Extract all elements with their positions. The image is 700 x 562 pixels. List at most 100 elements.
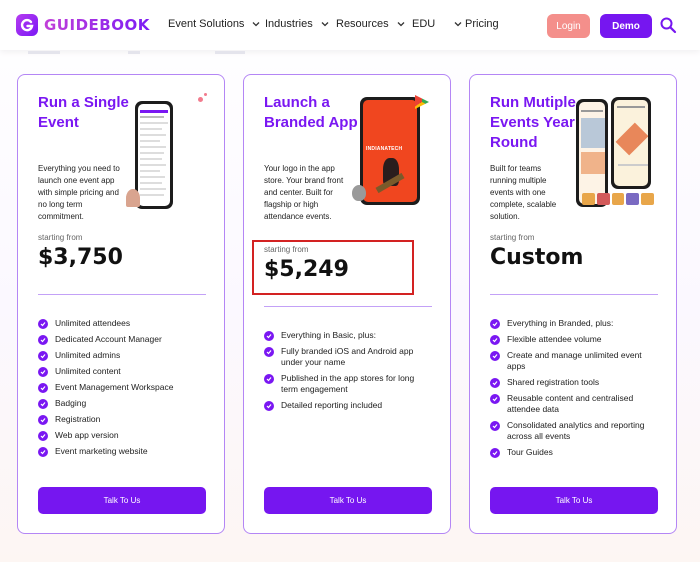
app-phone-mockup <box>135 101 173 209</box>
divider <box>490 294 658 295</box>
starting-from-label: starting from <box>490 233 535 242</box>
app-phone-mockup <box>576 99 608 207</box>
check-icon <box>38 383 48 393</box>
check-icon <box>38 415 48 425</box>
branded-app-phone-mockup: INDIANATECH <box>360 97 420 205</box>
plan-price: $3,750 <box>38 245 123 270</box>
chevron-down-icon <box>454 22 462 27</box>
feature-item: Dedicated Account Manager <box>38 334 213 345</box>
feature-item: Web app version <box>38 430 213 441</box>
nav-label: Pricing <box>465 18 499 30</box>
check-icon <box>264 374 274 384</box>
check-icon <box>490 335 500 345</box>
decoration-dot <box>198 97 203 102</box>
check-icon <box>490 421 500 431</box>
check-icon <box>38 351 48 361</box>
check-icon <box>264 347 274 357</box>
nav-resources[interactable]: Resources <box>336 18 406 30</box>
feature-item: Unlimited admins <box>38 350 213 361</box>
check-icon <box>38 431 48 441</box>
demo-button[interactable]: Demo <box>600 14 652 38</box>
guidebook-logo[interactable]: GUIDEBOOK <box>16 14 150 36</box>
nav-edu[interactable]: EDU <box>412 18 463 30</box>
feature-item: Event Management Workspace <box>38 382 213 393</box>
plan-price: Custom <box>490 245 584 270</box>
feature-item: Fully branded iOS and Android app under … <box>264 346 439 368</box>
check-icon <box>38 399 48 409</box>
scrolled-content-fragment <box>128 51 140 54</box>
plan-title: Run a Single Event <box>38 94 129 131</box>
feature-item: Published in the app stores for long ter… <box>264 373 439 395</box>
feature-list: Everything in Basic, plus: Fully branded… <box>264 330 439 416</box>
pricing-card-multiple-events: Run Mutiple Events Year Round Built for … <box>469 74 677 534</box>
login-button[interactable]: Login <box>547 14 590 38</box>
chevron-down-icon <box>397 22 405 27</box>
phone-brand-text: INDIANATECH <box>366 146 403 152</box>
plan-title: Run Mutiple Events Year Round <box>490 94 576 151</box>
scrolled-content-fragment <box>215 51 245 54</box>
search-icon[interactable] <box>659 16 677 34</box>
feature-item: Registration <box>38 414 213 425</box>
chevron-down-icon <box>252 22 260 27</box>
feature-item: Shared registration tools <box>490 377 665 388</box>
feature-item: Unlimited attendees <box>38 318 213 329</box>
talk-to-us-button[interactable]: Talk To Us <box>264 487 432 514</box>
nav-label: Industries <box>265 18 313 30</box>
check-icon <box>264 401 274 411</box>
feature-list: Everything in Branded, plus: Flexible at… <box>490 318 665 463</box>
nav-industries[interactable]: Industries <box>265 18 330 30</box>
check-icon <box>490 319 500 329</box>
plan-description: Everything you need to launch one event … <box>38 164 120 221</box>
guidebook-logo-icon <box>16 14 38 36</box>
pricing-card-single-event: Run a Single Event Everything you need t… <box>17 74 225 534</box>
check-icon <box>38 319 48 329</box>
feature-item: Create and manage unlimited event apps <box>490 350 665 372</box>
feature-item: Flexible attendee volume <box>490 334 665 345</box>
nav-label: Resources <box>336 18 389 30</box>
scrolled-content-fragment <box>28 51 60 54</box>
badge-row <box>582 193 654 205</box>
plan-description: Your logo in the app store. Your brand f… <box>264 164 344 221</box>
feature-item: Everything in Branded, plus: <box>490 318 665 329</box>
talk-to-us-button[interactable]: Talk To Us <box>38 487 206 514</box>
check-icon <box>264 331 274 341</box>
nav-pricing[interactable]: Pricing <box>465 18 499 30</box>
app-screen <box>614 100 648 186</box>
starting-from-label: starting from <box>38 233 83 242</box>
check-icon <box>490 378 500 388</box>
decoration-dot <box>204 93 207 96</box>
pricing-card-branded-app: Launch a Branded App Your logo in the ap… <box>243 74 451 534</box>
check-icon <box>38 447 48 457</box>
google-play-icon <box>415 95 429 109</box>
feature-item: Everything in Basic, plus: <box>264 330 439 341</box>
divider <box>38 294 206 295</box>
apple-icon <box>352 185 366 201</box>
feature-item: Reusable content and centralised attende… <box>490 393 665 415</box>
divider <box>264 306 432 307</box>
feature-item: Badging <box>38 398 213 409</box>
plan-description: Built for teams running multiple events … <box>490 164 557 221</box>
plan-title: Launch a Branded App <box>264 94 358 131</box>
feature-item: Tour Guides <box>490 447 665 458</box>
price-highlight-box <box>252 240 414 295</box>
check-icon <box>490 448 500 458</box>
top-navigation: GUIDEBOOK Event Solutions Industries Res… <box>0 0 700 50</box>
app-screen <box>138 104 170 206</box>
talk-to-us-button[interactable]: Talk To Us <box>490 487 658 514</box>
feature-item: Consolidated analytics and reporting acr… <box>490 420 665 442</box>
check-icon <box>38 335 48 345</box>
chevron-down-icon <box>321 22 329 27</box>
nav-label: Event Solutions <box>168 18 245 30</box>
person-illustration <box>126 189 140 207</box>
feature-item: Event marketing website <box>38 446 213 457</box>
feature-item: Unlimited content <box>38 366 213 377</box>
nav-label: EDU <box>412 18 436 30</box>
app-screen: INDIANATECH <box>363 100 417 202</box>
check-icon <box>490 351 500 361</box>
nav-event-solutions[interactable]: Event Solutions <box>168 18 261 30</box>
app-phone-mockup <box>611 97 651 189</box>
feature-item: Detailed reporting included <box>264 400 439 411</box>
check-icon <box>38 367 48 377</box>
check-icon <box>490 394 500 404</box>
app-screen <box>579 102 605 204</box>
